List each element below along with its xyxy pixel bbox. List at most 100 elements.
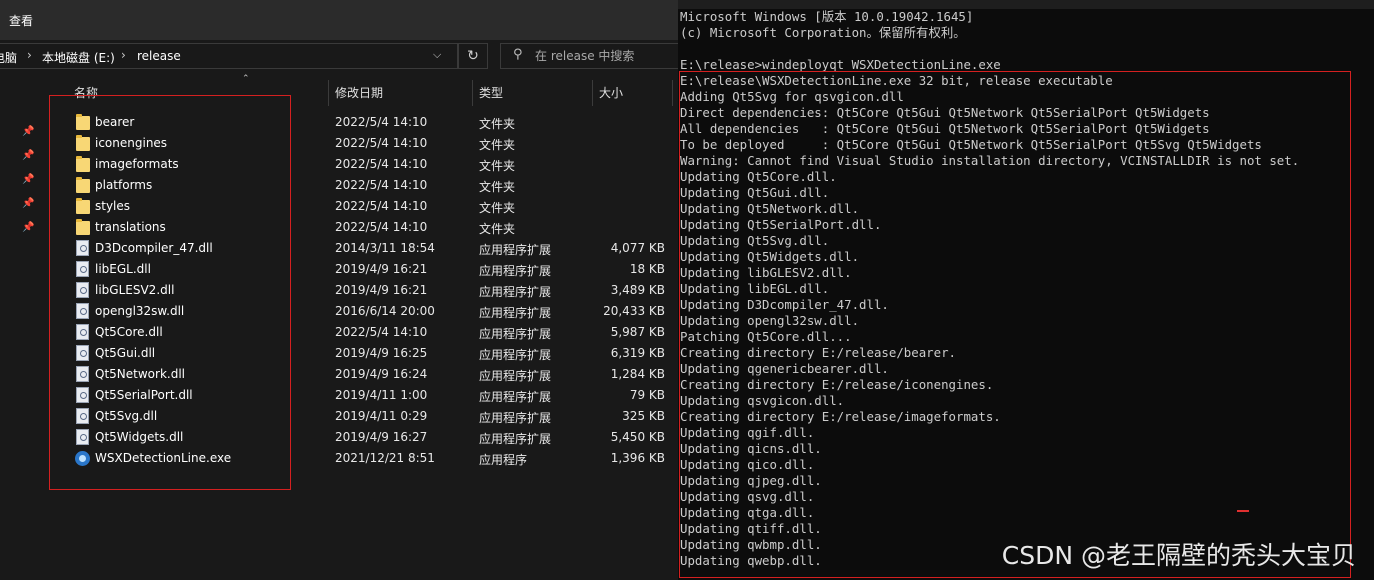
file-date: 2022/5/4 14:10 [335,220,428,234]
refresh-icon: ↻ [467,48,479,64]
file-row[interactable]: WSXDetectionLine.exe 2021/12/21 8:51 应用程序 1… [48,448,678,469]
console-line: Updating qgenericbearer.dll. [680,361,889,376]
file-type: 应用程序扩展 [479,264,552,278]
column-name[interactable]: 名称 [74,84,98,101]
console-line: Updating Qt5Network.dll. [680,201,860,216]
column-divider[interactable] [672,80,673,106]
console-line: E:\release>windeployqt WSXDetectionLine.… [680,57,1001,72]
console-line: Updating qtiff.dll. [680,521,822,536]
file-type: 应用程序扩展 [479,369,552,383]
file-row[interactable]: Qt5Network.dll 2019/4/9 16:24 应用程序扩展 1,284 … [48,364,678,385]
file-name: translations [95,220,166,234]
search-box[interactable]: ⚲ [500,43,678,69]
file-type: 文件夹 [479,180,516,194]
column-divider[interactable] [328,80,329,106]
file-row[interactable]: platforms 2022/5/4 14:10 文件夹 [48,175,678,196]
cursor-mark [1237,510,1249,512]
column-type[interactable]: 类型 [479,84,503,101]
ribbon-tab-view[interactable]: 查看 [9,12,33,29]
file-date: 2022/5/4 14:10 [335,178,428,192]
folder-icon [76,114,90,130]
file-row[interactable]: iconengines 2022/5/4 14:10 文件夹 [48,133,678,154]
breadcrumb-pc[interactable]: 电脑 [0,49,17,66]
breadcrumb-release[interactable]: release [137,49,181,63]
file-date: 2022/5/4 14:10 [335,157,428,171]
file-name: Qt5Core.dll [95,325,163,339]
file-row[interactable]: opengl32sw.dll 2016/6/14 20:00 应用程序扩展 20,43… [48,301,678,322]
file-size: 6,319 KB [610,346,665,360]
file-row[interactable]: Qt5Core.dll 2022/5/4 14:10 应用程序扩展 5,987 KB [48,322,678,343]
pin-icon[interactable]: 📌 [22,126,34,138]
breadcrumb-drive[interactable]: 本地磁盘 (E:) [42,49,115,66]
file-row[interactable]: styles 2022/5/4 14:10 文件夹 [48,196,678,217]
file-type: 应用程序扩展 [479,306,552,320]
pin-icon[interactable]: 📌 [22,222,34,234]
folder-icon [76,156,90,172]
file-row[interactable]: Qt5Svg.dll 2019/4/11 0:29 应用程序扩展 325 KB [48,406,678,427]
file-size: 325 KB [622,409,665,423]
file-size: 79 KB [629,388,665,402]
folder-icon [76,219,90,235]
console-line: Updating Qt5Core.dll. [680,169,837,184]
file-row[interactable]: translations 2022/5/4 14:10 文件夹 [48,217,678,238]
column-header: ⌃ 名称 修改日期 类型 大小 [48,74,678,106]
file-explorer-window: 查看 电脑 › 本地磁盘 (E:) › release ⌵ ↻ ⚲ 📌 📌 📌 … [0,0,678,580]
file-type: 应用程序扩展 [479,432,552,446]
file-size: 3,489 KB [610,283,665,297]
file-row[interactable]: libEGL.dll 2019/4/9 16:21 应用程序扩展 18 KB [48,259,678,280]
file-row[interactable]: imageformats 2022/5/4 14:10 文件夹 [48,154,678,175]
file-name: bearer [95,115,135,129]
file-row[interactable]: libGLESV2.dll 2019/4/9 16:21 应用程序扩展 3,489 K… [48,280,678,301]
breadcrumb-separator-icon[interactable]: › [27,48,32,62]
file-row[interactable]: D3Dcompiler_47.dll 2014/3/11 18:54 应用程序扩展 4… [48,238,678,259]
file-type: 应用程序扩展 [479,327,552,341]
console-line: Updating qico.dll. [680,457,815,472]
console-line: (c) Microsoft Corporation。保留所有权利。 [680,25,966,40]
console-output[interactable]: Microsoft Windows [版本 10.0.19042.1645] (c… [680,9,1299,569]
console-line: Updating Qt5SerialPort.dll. [680,217,882,232]
console-line: Warning: Cannot find Visual Studio insta… [680,153,1300,168]
console-title-strip [678,0,1374,9]
refresh-button[interactable]: ↻ [458,43,488,69]
breadcrumb-separator-icon[interactable]: › [121,48,126,62]
search-input[interactable] [535,47,675,65]
file-name: D3Dcompiler_47.dll [95,241,213,255]
file-name: opengl32sw.dll [95,304,185,318]
address-bar[interactable]: 电脑 › 本地磁盘 (E:) › release ⌵ [0,43,458,69]
console-line: Updating opengl32sw.dll. [680,313,860,328]
file-date: 2019/4/9 16:21 [335,262,428,276]
file-row[interactable]: bearer 2022/5/4 14:10 文件夹 [48,112,678,133]
folder-icon [76,198,90,214]
column-date[interactable]: 修改日期 [335,84,383,101]
console-line: Adding Qt5Svg for qsvgicon.dll [680,89,904,104]
file-row[interactable]: Qt5SerialPort.dll 2019/4/11 1:00 应用程序扩展 79 … [48,385,678,406]
file-size: 18 KB [629,262,665,276]
column-divider[interactable] [592,80,593,106]
console-line: To be deployed : Qt5Core Qt5Gui Qt5Netwo… [680,137,1262,152]
file-date: 2022/5/4 14:10 [335,136,428,150]
file-type: 应用程序扩展 [479,243,552,257]
dll-icon [76,429,89,445]
file-name: Qt5Gui.dll [95,346,156,360]
column-size[interactable]: 大小 [599,84,623,101]
console-line: Creating directory E:/release/bearer. [680,345,957,360]
console-line: Patching Qt5Core.dll... [680,329,852,344]
file-row[interactable]: Qt5Widgets.dll 2019/4/9 16:27 应用程序扩展 5,450 … [48,427,678,448]
dll-icon [76,261,89,277]
file-name: Qt5Network.dll [95,367,185,381]
file-row[interactable]: Qt5Gui.dll 2019/4/9 16:25 应用程序扩展 6,319 KB [48,343,678,364]
column-divider[interactable] [472,80,473,106]
console-line: Updating Qt5Svg.dll. [680,233,830,248]
folder-icon [76,177,90,193]
file-name: libEGL.dll [95,262,151,276]
dll-icon [76,408,89,424]
folder-icon [76,135,90,151]
pin-icon[interactable]: 📌 [22,198,34,210]
file-type: 应用程序扩展 [479,285,552,299]
console-line: Updating qicns.dll. [680,441,822,456]
address-dropdown-icon[interactable]: ⌵ [433,48,441,62]
file-size: 20,433 KB [603,304,665,318]
pin-icon[interactable]: 📌 [22,174,34,186]
file-date: 2019/4/11 1:00 [335,388,428,402]
pin-icon[interactable]: 📌 [22,150,34,162]
